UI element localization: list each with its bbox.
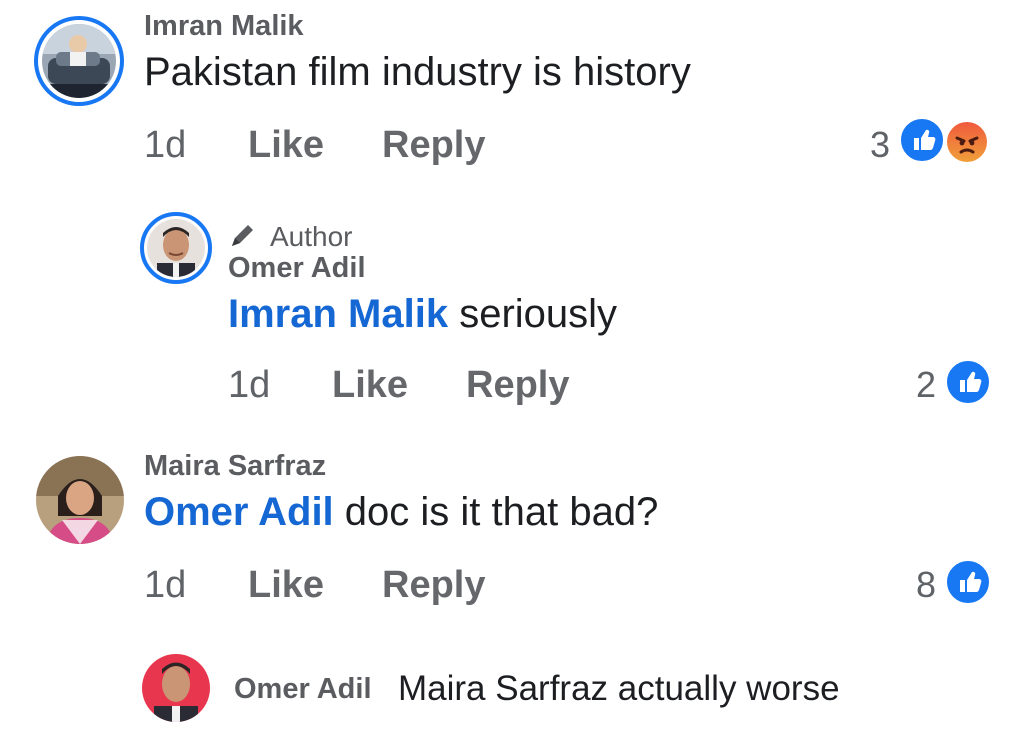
comment-author[interactable]: Omer Adil: [228, 252, 366, 285]
avatar-imran-malik[interactable]: [34, 16, 124, 106]
comment-timestamp[interactable]: 1d: [144, 564, 186, 607]
reply-button[interactable]: Reply: [382, 124, 485, 167]
car-photo: [42, 24, 116, 98]
angry-icon: [944, 119, 990, 165]
comment-text: Imran Malik seriously: [228, 292, 617, 337]
portrait-photo: [142, 654, 210, 722]
comment-timestamp[interactable]: 1d: [144, 124, 186, 167]
like-icon: [898, 116, 946, 164]
comment-body: seriously: [459, 292, 618, 336]
comment-author[interactable]: Omer Adil: [234, 673, 372, 706]
like-icon: [944, 358, 992, 406]
reaction-count[interactable]: 8: [904, 564, 936, 606]
like-icon: [944, 558, 992, 606]
mention-link[interactable]: Imran Malik: [228, 292, 448, 336]
comment-author[interactable]: Imran Malik: [144, 10, 304, 43]
avatar-maira-sarfraz[interactable]: [36, 456, 124, 544]
reply-button[interactable]: Reply: [382, 564, 485, 607]
portrait-photo: [147, 219, 205, 277]
avatar-omer-adil[interactable]: [142, 654, 210, 722]
comment-text: Maira Sarfraz actually worse: [398, 669, 840, 708]
reaction-count[interactable]: 2: [904, 364, 936, 406]
mention-link[interactable]: Omer Adil: [144, 490, 334, 534]
portrait-photo: [36, 456, 124, 544]
pencil-icon: [228, 220, 258, 250]
like-button[interactable]: Like: [248, 564, 324, 607]
reply-button[interactable]: Reply: [466, 364, 569, 407]
reaction-count[interactable]: 3: [858, 124, 890, 166]
like-button[interactable]: Like: [332, 364, 408, 407]
comment-text: Omer Adil doc is it that bad?: [144, 490, 658, 535]
comment-author[interactable]: Maira Sarfraz: [144, 450, 326, 483]
comment-body: doc is it that bad?: [344, 490, 659, 534]
avatar-omer-adil[interactable]: [140, 212, 212, 284]
comment-timestamp[interactable]: 1d: [228, 364, 270, 407]
like-button[interactable]: Like: [248, 124, 324, 167]
comment-text: Pakistan film industry is history: [144, 50, 691, 94]
author-badge: Author: [270, 221, 353, 252]
